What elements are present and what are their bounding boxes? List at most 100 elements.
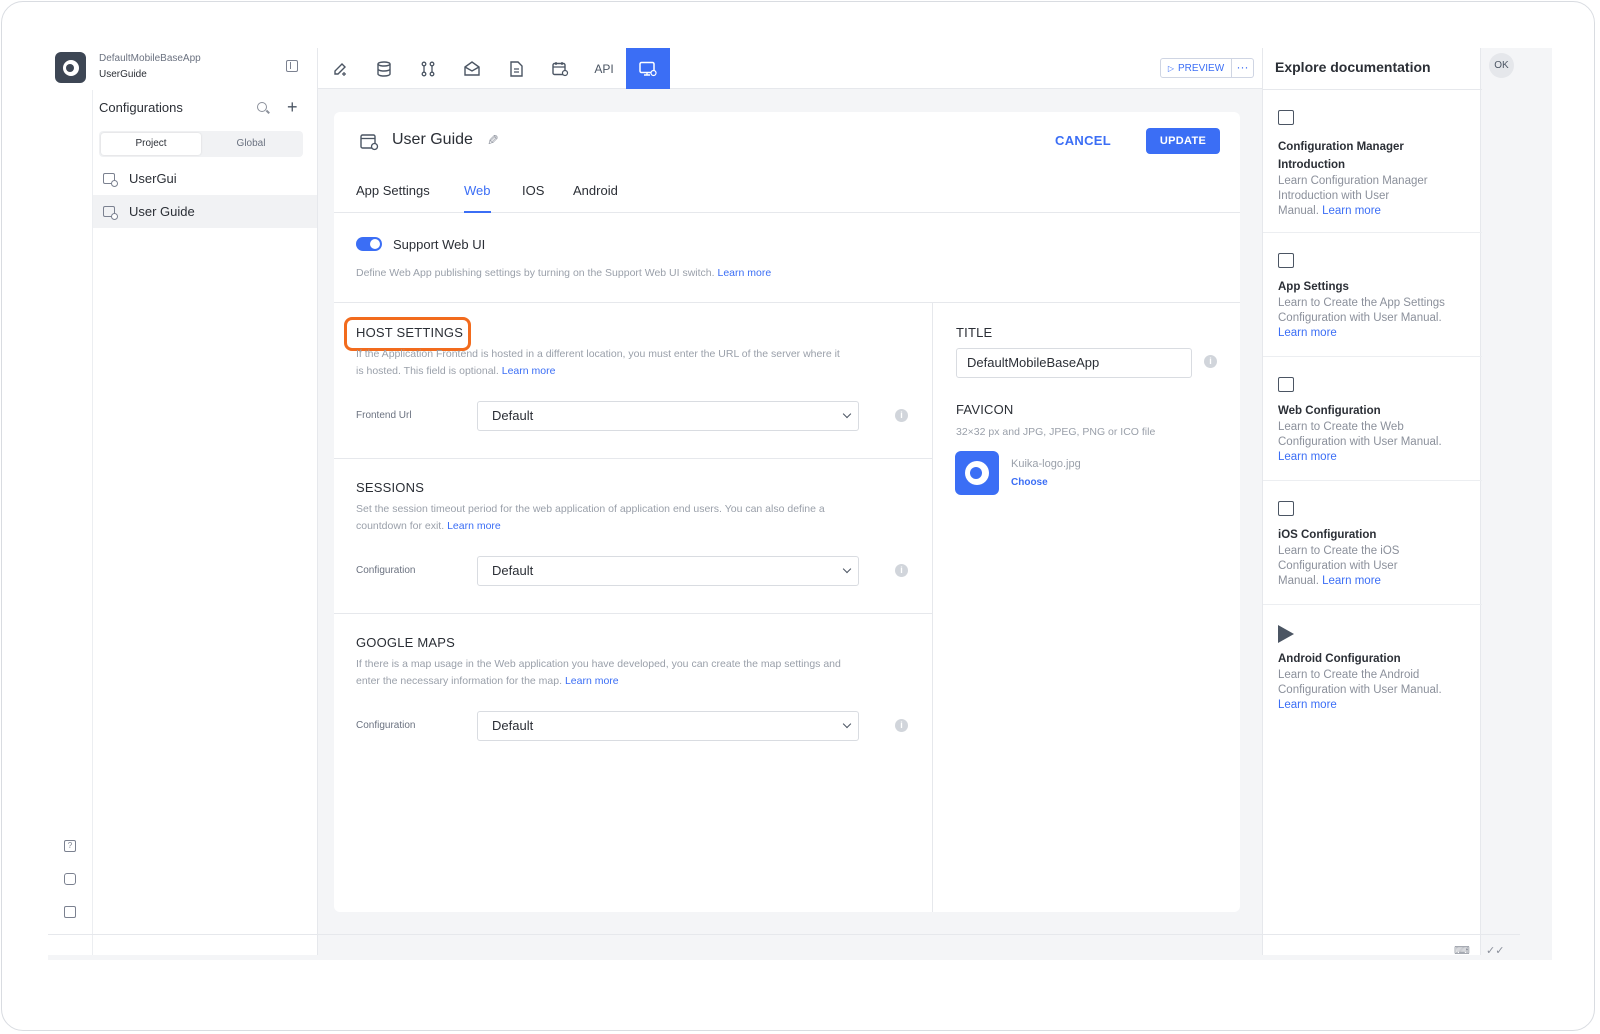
doc-card[interactable]: App Settings Learn to Create the App Set… — [1263, 233, 1482, 357]
divider — [334, 613, 932, 614]
favicon-hint: 32×32 px and JPG, JPEG, PNG or ICO file — [956, 426, 1156, 438]
doc-title: iOS Configuration — [1278, 529, 1377, 541]
database-icon[interactable] — [362, 48, 406, 89]
info-icon[interactable]: i — [1204, 355, 1217, 368]
app-name: DefaultMobileBaseApp — [99, 53, 201, 64]
more-options-button[interactable]: ··· — [1232, 58, 1254, 78]
choose-favicon-link[interactable]: Choose — [1011, 477, 1048, 488]
doc-description: Learn to Create the Web Configuration wit… — [1278, 420, 1473, 465]
workflow-icon[interactable] — [406, 48, 450, 89]
learn-more-link[interactable]: Learn more — [565, 675, 619, 687]
book-icon[interactable] — [64, 906, 76, 918]
configuration-item-selected[interactable]: User Guide — [93, 195, 317, 228]
sessions-configuration-select[interactable]: Default — [477, 556, 859, 586]
editor-tabs: App Settings Web IOS Android — [334, 172, 1240, 213]
configuration-icon[interactable] — [626, 48, 670, 89]
learn-more-link[interactable]: Learn more — [502, 365, 556, 377]
frontend-url-select[interactable]: Default — [477, 401, 859, 431]
doc-card[interactable]: Configuration Manager Introduction Learn … — [1263, 90, 1482, 233]
configuration-icon — [1278, 110, 1294, 125]
configuration-item-label: User Guide — [129, 204, 195, 219]
learn-more-link[interactable]: Learn more — [718, 267, 772, 279]
support-web-ui-toggle[interactable] — [356, 237, 382, 251]
tab-web[interactable]: Web — [464, 183, 491, 213]
top-toolbar: API ▷ PREVIEW ··· — [318, 48, 1262, 89]
avatar[interactable]: OK — [1489, 53, 1514, 78]
tab-android[interactable]: Android — [573, 183, 618, 213]
tab-ios[interactable]: IOS — [522, 183, 544, 213]
keyboard-icon[interactable]: ⌨ — [1454, 944, 1470, 957]
info-icon[interactable]: i — [895, 409, 908, 422]
doc-description: Learn to Create the Android Configuration… — [1278, 668, 1473, 713]
tab-app-settings[interactable]: App Settings — [356, 183, 430, 213]
google-maps-title: GOOGLE MAPS — [356, 635, 456, 650]
configuration-item[interactable]: UserGui — [93, 162, 317, 195]
preview-button[interactable]: ▷ PREVIEW — [1160, 58, 1232, 78]
doc-description: Learn Configuration Manager Introduction … — [1278, 175, 1428, 217]
chevron-down-icon — [842, 564, 852, 574]
icon-rail: ? — [48, 90, 93, 955]
configuration-item-label: UserGui — [129, 171, 177, 186]
divider — [334, 458, 932, 459]
configuration-file-icon — [103, 206, 118, 220]
doc-title: Android Configuration — [1278, 653, 1401, 665]
favicon-preview — [955, 451, 999, 495]
learn-more-link[interactable]: Learn more — [1322, 575, 1381, 587]
documentation-panel: Explore documentation Configuration Mana… — [1262, 48, 1482, 955]
api-tab[interactable]: API — [582, 48, 626, 89]
api-label: API — [594, 61, 614, 76]
chevron-down-icon — [842, 719, 852, 729]
status-bar-divider — [48, 934, 1520, 935]
learn-more-link[interactable]: Learn more — [1322, 205, 1381, 217]
add-configuration-icon[interactable]: + — [287, 97, 298, 118]
configuration-file-icon — [360, 134, 379, 154]
sessions-configuration-label: Configuration — [356, 565, 416, 576]
double-check-icon[interactable]: ✓✓ — [1486, 944, 1504, 957]
scope-switch: Project Global — [99, 131, 303, 157]
segment-global[interactable]: Global — [201, 133, 301, 155]
doc-card[interactable]: Android Configuration Learn to Create th… — [1263, 605, 1482, 729]
info-icon[interactable]: i — [895, 719, 908, 732]
frontend-url-label: Frontend Url — [356, 410, 412, 421]
learn-more-link[interactable]: Learn more — [447, 520, 501, 532]
help-icon[interactable]: ? — [64, 840, 76, 852]
web-icon — [1278, 377, 1294, 392]
collapse-sidebar-icon[interactable] — [286, 60, 298, 72]
play-store-icon — [1278, 625, 1294, 643]
google-maps-configuration-select[interactable]: Default — [477, 711, 859, 741]
learn-more-link[interactable]: Learn more — [1278, 450, 1473, 465]
configurations-header: Configurations + — [93, 90, 317, 126]
update-button[interactable]: UPDATE — [1146, 128, 1220, 154]
docs-title: Explore documentation — [1275, 59, 1431, 75]
mail-icon[interactable] — [450, 48, 494, 89]
design-icon[interactable] — [318, 48, 362, 89]
doc-description: Learn to Create the App Settings Configur… — [1278, 296, 1473, 341]
calendar-icon[interactable] — [538, 48, 582, 89]
editor-title: User Guide — [392, 131, 473, 148]
google-maps-configuration-label: Configuration — [356, 720, 416, 731]
segment-project[interactable]: Project — [101, 133, 201, 155]
document-icon[interactable] — [494, 48, 538, 89]
chat-icon[interactable] — [64, 873, 76, 885]
doc-card[interactable]: Web Configuration Learn to Create the We… — [1263, 357, 1482, 481]
support-web-ui-label: Support Web UI — [393, 237, 486, 252]
configuration-file-icon — [103, 173, 118, 187]
divider — [932, 302, 933, 912]
doc-title: Web Configuration — [1278, 405, 1381, 417]
search-icon[interactable] — [257, 102, 267, 112]
cancel-button[interactable]: CANCEL — [1055, 128, 1111, 154]
app-shell: DefaultMobileBaseApp UserGuide ? Configu… — [48, 48, 1552, 960]
title-input[interactable]: DefaultMobileBaseApp — [956, 348, 1192, 378]
edit-title-icon[interactable]: ✎ — [487, 132, 499, 149]
app-logo[interactable] — [55, 52, 86, 83]
info-icon[interactable]: i — [895, 564, 908, 577]
app-subtitle: UserGuide — [99, 69, 147, 80]
sessions-hint: Set the session timeout period for the w… — [356, 503, 825, 532]
host-settings-hint: If the Application Frontend is hosted in… — [356, 348, 840, 377]
learn-more-link[interactable]: Learn more — [1278, 698, 1473, 713]
doc-card[interactable]: iOS Configuration Learn to Create the iO… — [1263, 481, 1482, 605]
configuration-editor: User Guide ✎ CANCEL UPDATE App Settings … — [334, 112, 1240, 912]
preview-label: PREVIEW — [1178, 62, 1225, 74]
configurations-title: Configurations — [99, 100, 183, 115]
learn-more-link[interactable]: Learn more — [1278, 326, 1473, 341]
